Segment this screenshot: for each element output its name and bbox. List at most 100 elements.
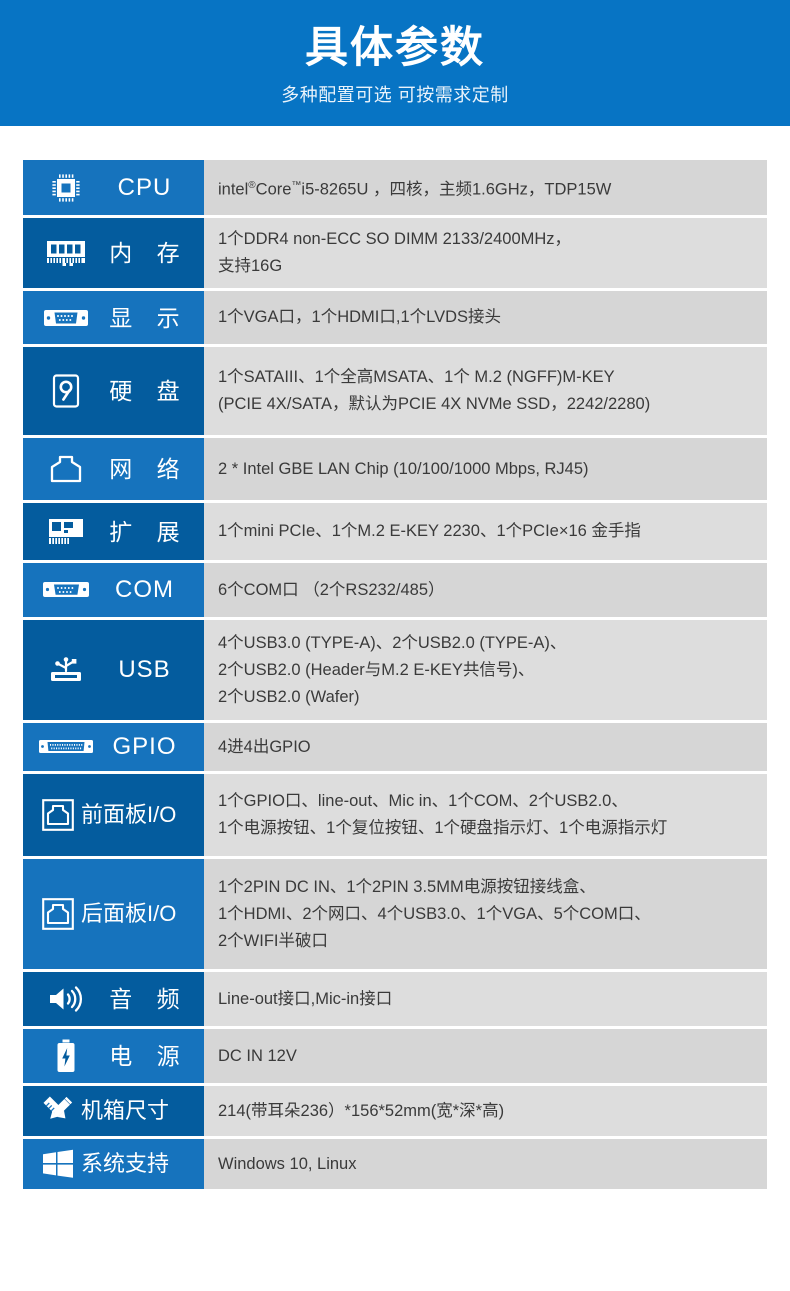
spec-label-cell: 内 存 — [23, 218, 204, 288]
expansion-card-icon — [37, 517, 95, 547]
spec-row: 扩 展 1个mini PCIe、1个M.2 E-KEY 2230、1个PCIe×1… — [23, 503, 767, 560]
spec-value-line: 214(带耳朵236）*156*52mm(宽*深*高) — [218, 1101, 505, 1120]
spec-label-text: CPU — [117, 173, 172, 201]
spec-value-cell: 1个2PIN DC IN、1个2PIN 3.5MM电源按钮接线盒、 1个HDMI、… — [204, 859, 767, 969]
spec-value-cell: 214(带耳朵236）*156*52mm(宽*深*高) — [204, 1086, 767, 1136]
spec-value-line: intel®Core™i5-8265U ，四核，主频1.6GHz，TDP15W — [218, 179, 612, 199]
spec-value-cell: 4进4出GPIO — [204, 723, 767, 771]
spec-row: 显 示 1个VGA口，1个HDMI口,1个LVDS接头 — [23, 291, 767, 344]
windows-logo-icon — [37, 1149, 79, 1179]
spec-value-cell: 1个GPIO口、line-out、Mic in、1个COM、2个USB2.0、 1… — [204, 774, 767, 856]
panel-io-icon — [37, 799, 79, 831]
spec-value-line: 1个2PIN DC IN、1个2PIN 3.5MM电源按钮接线盒、 — [218, 877, 596, 896]
spec-table: CPU intel®Core™i5-8265U ，四核，主频1.6GHz，TDP1… — [23, 160, 767, 1192]
spec-label-text: 网 络 — [109, 456, 189, 482]
spec-label-text: COM — [115, 576, 174, 603]
spec-value-cell: 1个DDR4 non-ECC SO DIMM 2133/2400MHz， 支持16… — [204, 218, 767, 288]
spec-value-line: 1个VGA口，1个HDMI口,1个LVDS接头 — [218, 308, 501, 326]
spec-label-text: 电 源 — [109, 1043, 189, 1069]
spec-label-text: 机箱尺寸 — [81, 1098, 170, 1123]
spec-value-line: 2 * Intel GBE LAN Chip (10/100/1000 Mbps… — [218, 459, 589, 478]
spec-value-cell: 1个SATAIII、1个全高MSATA、1个 M.2 (NGFF)M-KEY (P… — [204, 347, 767, 435]
spec-value-line: 4个USB3.0 (TYPE-A)、2个USB2.0 (TYPE-A)、 — [218, 633, 567, 652]
spec-row: USB 4个USB3.0 (TYPE-A)、2个USB2.0 (TYPE-A)、 2… — [23, 620, 767, 720]
spec-label-text: 前面板I/O — [81, 802, 177, 827]
page-title: 具体参数 — [305, 24, 485, 72]
spec-value-line: 1个mini PCIe、1个M.2 E-KEY 2230、1个PCIe×16 金… — [218, 522, 641, 540]
spec-value-line: DC IN 12V — [218, 1046, 297, 1065]
spec-label-cell: GPIO — [23, 723, 204, 771]
spec-row: 网 络 2 * Intel GBE LAN Chip (10/100/1000 M… — [23, 438, 767, 500]
spec-row: GPIO 4进4出GPIO — [23, 723, 767, 771]
spec-label-cell: 网 络 — [23, 438, 204, 500]
spec-value-line: (PCIE 4X/SATA，默认为PCIE 4X NVMe SSD，2242/2… — [218, 395, 651, 413]
spec-value-cell: intel®Core™i5-8265U ，四核，主频1.6GHz，TDP15W — [204, 160, 767, 215]
spec-label-cell: USB — [23, 620, 204, 720]
spec-label-cell: CPU — [23, 160, 204, 215]
ruler-pencil-icon — [37, 1094, 79, 1128]
spec-value-cell: 6个COM口 （2个RS232/485） — [204, 563, 767, 617]
spec-label-cell: 扩 展 — [23, 503, 204, 560]
spec-label-cell: COM — [23, 563, 204, 617]
spec-value-cell: Windows 10, Linux — [204, 1139, 767, 1189]
spec-label-cell: 机箱尺寸 — [23, 1086, 204, 1136]
cpu-chip-icon — [37, 171, 95, 205]
spec-label-text: 音 频 — [109, 986, 189, 1012]
spec-label-text: USB — [118, 656, 171, 683]
spec-sheet-page: 具体参数 多种配置可选 可按需求定制 CPU intel®Core™i5-8265… — [0, 0, 790, 1291]
spec-row: 系统支持 Windows 10, Linux — [23, 1139, 767, 1189]
page-subtitle: 多种配置可选 可按需求定制 — [281, 85, 509, 105]
spec-value-line: 2个WIFI半破口 — [218, 931, 328, 950]
spec-value-line: 4进4出GPIO — [218, 737, 311, 756]
spec-row: 前面板I/O 1个GPIO口、line-out、Mic in、1个COM、2个US… — [23, 774, 767, 856]
spec-row: 音 频 Line-out接口,Mic-in接口 — [23, 972, 767, 1026]
spec-value-line: 6个COM口 （2个RS232/485） — [218, 580, 445, 599]
spec-label-text: 扩 展 — [109, 518, 189, 545]
battery-power-icon — [37, 1039, 95, 1073]
spec-value-cell: 4个USB3.0 (TYPE-A)、2个USB2.0 (TYPE-A)、 2个US… — [204, 620, 767, 720]
spec-label-cell: 后面板I/O — [23, 859, 204, 969]
spec-value-line: 1个SATAIII、1个全高MSATA、1个 M.2 (NGFF)M-KEY — [218, 368, 615, 386]
spec-value-line: 2个USB2.0 (Header与M.2 E-KEY共信号)、 — [218, 660, 535, 679]
spec-value-line: 1个DDR4 non-ECC SO DIMM 2133/2400MHz， — [218, 230, 572, 248]
spec-label-cell: 显 示 — [23, 291, 204, 344]
spec-value-cell: 1个VGA口，1个HDMI口,1个LVDS接头 — [204, 291, 767, 344]
spec-label-cell: 系统支持 — [23, 1139, 204, 1189]
spec-label-text: 系统支持 — [81, 1151, 170, 1176]
spec-value-cell: Line-out接口,Mic-in接口 — [204, 972, 767, 1026]
spec-label-text: 内 存 — [109, 240, 189, 266]
spec-row: 后面板I/O 1个2PIN DC IN、1个2PIN 3.5MM电源按钮接线盒、 1… — [23, 859, 767, 969]
spec-label-cell: 音 频 — [23, 972, 204, 1026]
spec-value-line: Windows 10, Linux — [218, 1154, 357, 1173]
spec-row: 内 存 1个DDR4 non-ECC SO DIMM 2133/2400MHz， 支… — [23, 218, 767, 288]
spec-value-line: Line-out接口,Mic-in接口 — [218, 989, 393, 1008]
spec-value-line: 1个电源按钮、1个复位按钮、1个硬盘指示灯、1个电源指示灯 — [218, 819, 668, 837]
hard-disk-icon — [37, 374, 95, 408]
spec-row: 硬 盘 1个SATAIII、1个全高MSATA、1个 M.2 (NGFF)M-KE… — [23, 347, 767, 435]
spec-value-cell: 1个mini PCIe、1个M.2 E-KEY 2230、1个PCIe×16 金… — [204, 503, 767, 560]
speaker-audio-icon — [37, 984, 95, 1014]
spec-label-cell: 电 源 — [23, 1029, 204, 1083]
spec-value-cell: DC IN 12V — [204, 1029, 767, 1083]
usb-icon — [37, 655, 95, 685]
gpio-connector-icon — [37, 738, 95, 756]
vga-port-icon — [37, 307, 95, 329]
spec-label-cell: 硬 盘 — [23, 347, 204, 435]
rj45-network-icon — [37, 454, 95, 484]
spec-value-line: 2个USB2.0 (Wafer) — [218, 687, 360, 706]
spec-row: 机箱尺寸 214(带耳朵236）*156*52mm(宽*深*高) — [23, 1086, 767, 1136]
spec-label-text: 后面板I/O — [81, 901, 177, 926]
spec-row: COM 6个COM口 （2个RS232/485） — [23, 563, 767, 617]
page-banner: 具体参数 多种配置可选 可按需求定制 — [0, 0, 790, 126]
com-serial-port-icon — [37, 580, 95, 600]
spec-value-line: 1个GPIO口、line-out、Mic in、1个COM、2个USB2.0、 — [218, 792, 628, 810]
spec-row: 电 源 DC IN 12V — [23, 1029, 767, 1083]
spec-label-cell: 前面板I/O — [23, 774, 204, 856]
spec-label-text: 硬 盘 — [109, 378, 189, 404]
spec-row: CPU intel®Core™i5-8265U ，四核，主频1.6GHz，TDP1… — [23, 160, 767, 215]
spec-value-line: 支持16G — [218, 257, 283, 275]
spec-label-text: GPIO — [112, 733, 177, 760]
spec-value-cell: 2 * Intel GBE LAN Chip (10/100/1000 Mbps… — [204, 438, 767, 500]
panel-io-icon — [37, 898, 79, 930]
memory-module-icon — [37, 239, 95, 267]
